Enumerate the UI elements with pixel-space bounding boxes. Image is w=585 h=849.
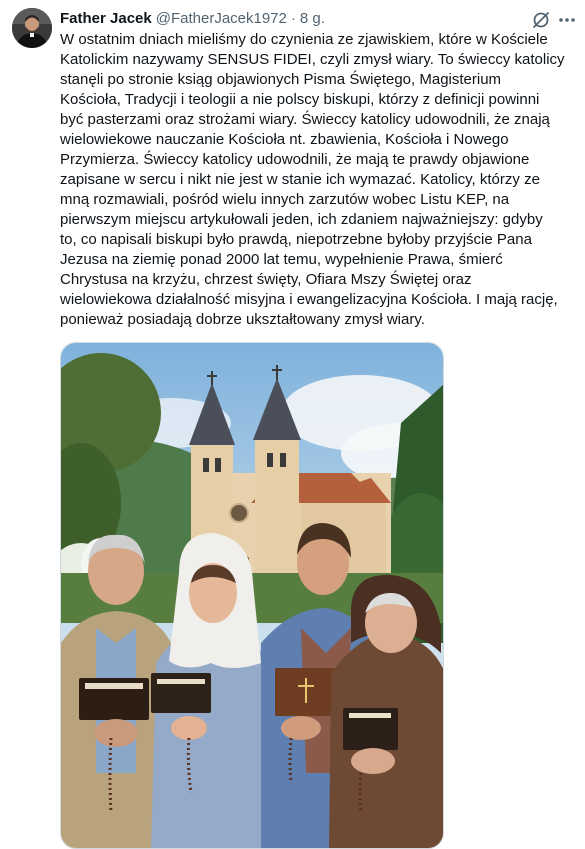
tweet-text-line: mną rozmawiali, pośród wielu innych zarz… xyxy=(60,191,510,208)
tweet-text-line: pierwszym miejscu artykułowali jeden, ic… xyxy=(60,211,543,228)
tweet-text-line: Jezusa na ziemię ponad 2000 lat temu, wy… xyxy=(60,251,503,268)
tweet-text-line: to, co napisali biskupi było prawdą, nie… xyxy=(60,231,532,248)
tweet-text-line: Katolickim nazywamy SENSUS FIDEI, czyli … xyxy=(60,51,565,68)
more-icon[interactable] xyxy=(556,9,578,31)
tweet-text-line: W ostatnim dniach mieliśmy do czynienia … xyxy=(60,31,548,48)
tweet-text-line: być pasterzami oraz strożami wiary. Świe… xyxy=(60,111,550,128)
tweet-text-line: wielowiekowe nauczanie Kościoła nt. zbaw… xyxy=(60,131,509,148)
tweet-text-line: Kościoła, Tradycji i teologii a nie pols… xyxy=(60,91,540,108)
author-display-name[interactable]: Father Jacek xyxy=(60,9,152,29)
tweet-text-line: zapisane w sercu i nikt nie jest w stani… xyxy=(60,171,540,188)
tweet-text-line: Przymierza. Świeccy katolicy udowodnili,… xyxy=(60,151,530,168)
tweet-timestamp[interactable]: 8 g. xyxy=(300,9,325,29)
tweet[interactable]: Father Jacek @FatherJacek1972 · 8 g. W o… xyxy=(0,0,585,849)
tweet-text: W ostatnim dniach mieliśmy do czynienia … xyxy=(60,30,575,330)
tweet-text-line: Chrystusa na krzyżu, chrzest święty, Ofi… xyxy=(60,271,472,288)
grok-icon[interactable] xyxy=(530,9,552,31)
avatar[interactable] xyxy=(12,8,52,48)
tweet-text-line: stanęli po stronie ksiąg objawionych Pis… xyxy=(60,71,502,88)
tweet-media-image[interactable] xyxy=(60,342,444,849)
separator-dot: · xyxy=(290,10,296,27)
tweet-text-line: ponieważ posiadają dobrze ukształtowany … xyxy=(60,311,425,328)
author-handle[interactable]: @FatherJacek1972 xyxy=(156,9,287,29)
tweet-text-line: wielowiekowa działalność misyjna i ewang… xyxy=(60,291,558,308)
church-family-illustration xyxy=(61,343,443,848)
tweet-header: Father Jacek @FatherJacek1972 · 8 g. xyxy=(60,9,325,29)
